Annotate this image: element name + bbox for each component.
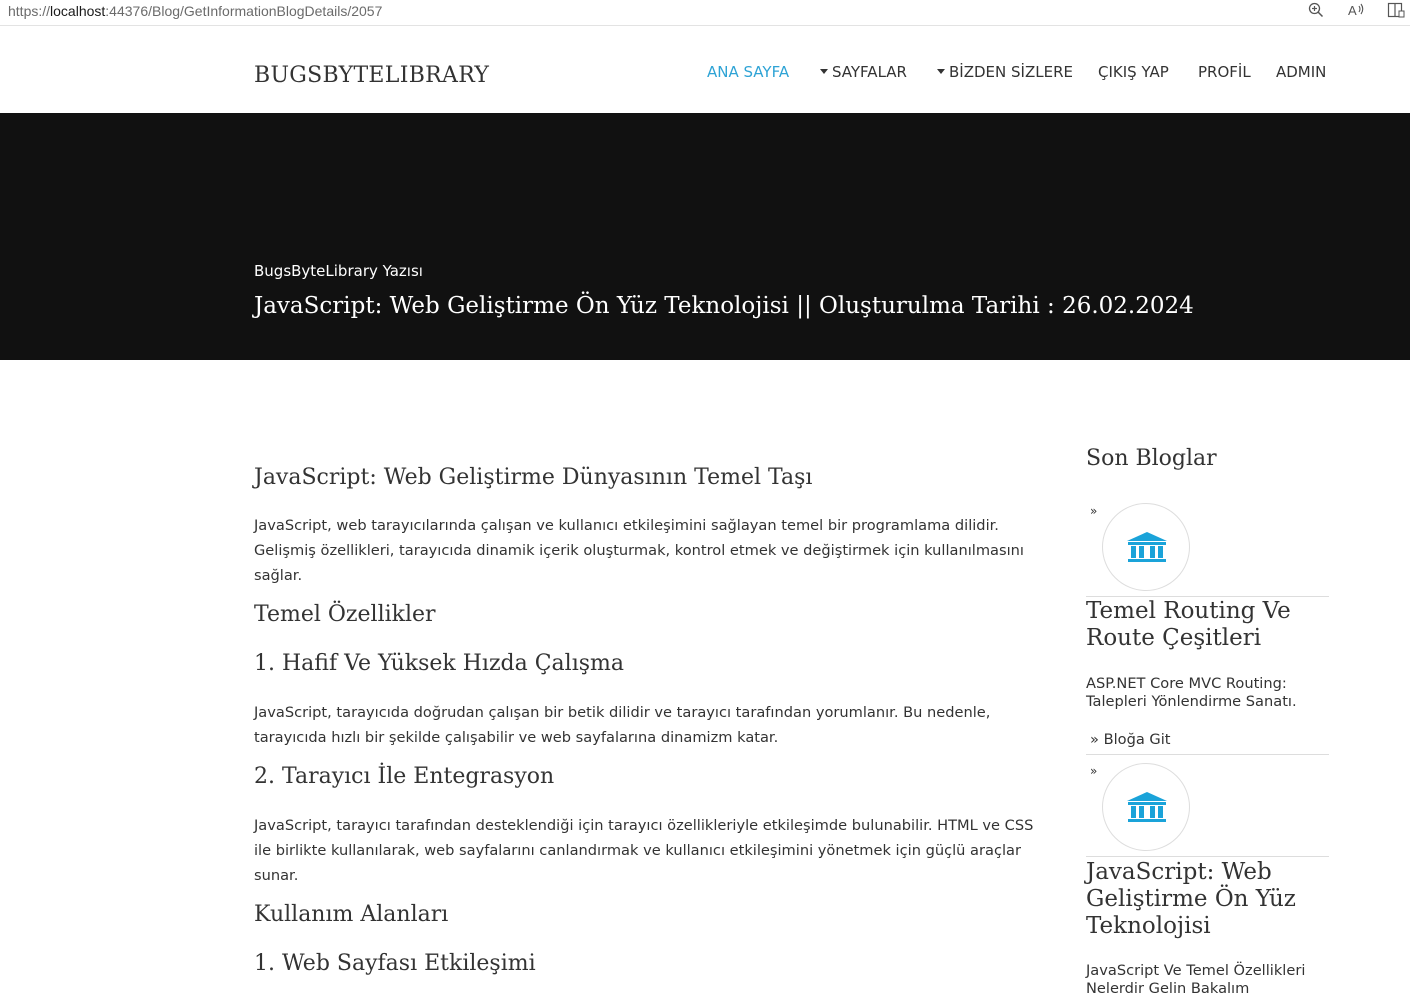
- blog-thumbnail[interactable]: [1102, 763, 1190, 851]
- blog-thumbnail[interactable]: [1102, 503, 1190, 591]
- nav-from-us-dropdown[interactable]: BİZDEN SİZLERE: [937, 63, 1073, 81]
- nav-admin[interactable]: ADMIN: [1276, 63, 1326, 81]
- article-heading: JavaScript: Web Geliştirme Dünyasının Te…: [254, 465, 813, 490]
- read-aloud-icon[interactable]: A: [1346, 2, 1366, 22]
- bank-icon: [1127, 792, 1167, 822]
- sidebar-recent-blogs: Son Bloglar » Temel Routing Ve Route Çeş…: [1086, 446, 1329, 996]
- nav-pages-label: SAYFALAR: [832, 63, 907, 81]
- brand-logo[interactable]: BUGSBYTELIBRARY: [254, 63, 489, 88]
- hero-title: JavaScript: Web Geliştirme Ön Yüz Teknol…: [254, 293, 1194, 319]
- sidebar-post-desc: ASP.NET Core MVC Routing: Talepleri Yönl…: [1086, 675, 1297, 710]
- sidebar-post-desc: JavaScript Ve Temel Özellikleri Nelerdir…: [1086, 962, 1306, 996]
- divider: [1086, 596, 1329, 597]
- divider: [1086, 754, 1329, 755]
- nav-profile-label: PROFİL: [1198, 63, 1251, 81]
- sidebar-post-title[interactable]: Temel Routing Ve Route Çeşitleri: [1086, 598, 1329, 652]
- caret-down-icon: [820, 69, 828, 74]
- url-scheme: https://: [8, 3, 51, 19]
- section-heading: Temel Özellikler: [254, 602, 436, 627]
- subsection-heading: 1. Web Sayfası Etkileşimi: [254, 951, 536, 976]
- nav-from-us-label: BİZDEN SİZLERE: [949, 63, 1073, 81]
- go-to-blog-link[interactable]: » Bloğa Git: [1090, 731, 1171, 748]
- url-path: :44376/Blog/GetInformationBlogDetails/20…: [105, 3, 383, 19]
- zoom-icon[interactable]: [1306, 2, 1326, 22]
- bank-icon: [1127, 532, 1167, 562]
- hero-banner: BugsByteLibrary Yazısı JavaScript: Web G…: [0, 113, 1410, 360]
- nav-profile[interactable]: PROFİL: [1198, 63, 1251, 81]
- nav-logout[interactable]: ÇIKIŞ YAP: [1098, 63, 1169, 81]
- divider: [1086, 856, 1329, 857]
- article-body: JavaScript: Web Geliştirme Dünyasının Te…: [254, 462, 1049, 980]
- subsection-heading: 1. Hafif Ve Yüksek Hızda Çalışma: [254, 651, 625, 676]
- subsection-text: JavaScript, tarayıcı tarafından destekle…: [254, 817, 1034, 884]
- browser-address-bar: https://localhost:44376/Blog/GetInformat…: [0, 0, 1410, 26]
- caret-down-icon: [937, 69, 945, 74]
- nav-home[interactable]: ANA SAYFA: [707, 63, 789, 81]
- subsection-heading: 2. Tarayıcı İle Entegrasyon: [254, 764, 555, 789]
- address-url[interactable]: https://localhost:44376/Blog/GetInformat…: [8, 3, 382, 19]
- article-intro: JavaScript, web tarayıcılarında çalışan …: [254, 517, 1024, 584]
- bullet-icon: »: [1090, 504, 1098, 518]
- section-heading: Kullanım Alanları: [254, 902, 449, 927]
- url-host: localhost: [50, 3, 106, 19]
- nav-home-label: ANA SAYFA: [707, 63, 790, 81]
- nav-logout-label: ÇIKIŞ YAP: [1098, 63, 1169, 81]
- nav-admin-label: ADMIN: [1276, 63, 1327, 81]
- bullet-icon: »: [1090, 764, 1098, 778]
- site-header: BUGSBYTELIBRARY ANA SAYFA SAYFALAR BİZDE…: [0, 27, 1410, 113]
- nav-pages-dropdown[interactable]: SAYFALAR: [820, 63, 907, 81]
- subsection-text: JavaScript, tarayıcıda doğrudan çalışan …: [254, 704, 991, 746]
- sidebar-post-title[interactable]: JavaScript: Web Geliştirme Ön Yüz Teknol…: [1086, 859, 1329, 940]
- sidebar-title: Son Bloglar: [1086, 446, 1217, 471]
- svg-text:A: A: [1348, 3, 1357, 18]
- reader-mode-icon[interactable]: [1386, 2, 1406, 22]
- hero-subtitle: BugsByteLibrary Yazısı: [254, 262, 423, 280]
